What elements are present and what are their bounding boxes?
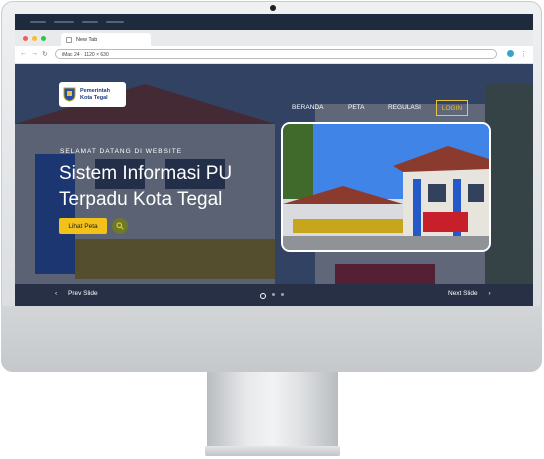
hero-title-line-1: Sistem Informasi PU <box>59 163 233 184</box>
prev-slide-label: Prev Slide <box>67 290 98 297</box>
browser-tab[interactable]: New Tab <box>61 33 151 46</box>
more-options-icon[interactable]: ⋮ <box>520 50 527 58</box>
maximize-window-button[interactable] <box>41 36 46 41</box>
mac-menubar <box>15 14 533 30</box>
imac-mockup: New Tab ← → ↻ iMac 24 · 1120 × 630 ⋮ Pem… <box>0 0 544 459</box>
chevron-right-icon: › <box>488 290 491 297</box>
menu-placeholder[interactable] <box>54 21 74 23</box>
address-bar[interactable]: iMac 24 · 1120 × 630 <box>55 49 497 59</box>
logo-line-1: Pemerintah <box>80 87 110 94</box>
search-button[interactable] <box>112 218 128 234</box>
logo-line-2: Kota Tegal <box>80 94 108 101</box>
next-slide-button[interactable]: Next Slide › <box>448 290 491 297</box>
slide-dot[interactable] <box>272 293 275 296</box>
page-icon <box>66 36 72 43</box>
hero-eyebrow: SELAMAT DATANG DI WEBSITE <box>60 148 183 155</box>
building-photo <box>283 124 489 250</box>
site-logo[interactable]: Pemerintah Kota Tegal <box>59 82 126 107</box>
hero-title: Sistem Informasi PU Terpadu Kota Tegal <box>59 161 289 213</box>
menu-placeholder[interactable] <box>106 21 124 23</box>
monitor-chin <box>1 306 542 372</box>
nav-item-peta[interactable]: PETA <box>348 104 365 111</box>
menu-placeholder[interactable] <box>30 21 46 23</box>
reload-icon[interactable]: ↻ <box>42 50 48 58</box>
minimize-window-button[interactable] <box>32 36 37 41</box>
hero-title-line-2: Terpadu Kota Tegal <box>59 189 223 210</box>
slide-dot[interactable] <box>260 292 266 299</box>
crest-icon <box>63 87 76 102</box>
next-slide-label: Next Slide <box>448 290 478 297</box>
monitor-base <box>205 446 340 456</box>
monitor-stand <box>207 372 338 448</box>
camera <box>270 5 276 11</box>
search-icon <box>116 222 124 230</box>
browser-tabbar: New Tab <box>15 30 533 46</box>
slide-indicators <box>260 292 284 299</box>
forward-icon[interactable]: → <box>31 50 38 57</box>
extension-icon[interactable] <box>507 50 514 57</box>
nav-item-beranda[interactable]: BERANDA <box>292 104 323 111</box>
browser-toolbar: ← → ↻ iMac 24 · 1120 × 630 ⋮ <box>15 46 533 64</box>
slide-dot[interactable] <box>281 293 284 296</box>
chevron-left-icon: ‹ <box>55 290 58 297</box>
close-window-button[interactable] <box>23 36 28 41</box>
nav-item-regulasi[interactable]: REGULASI <box>388 104 421 111</box>
tab-title: New Tab <box>76 36 98 43</box>
hero-photo-frame <box>281 122 491 252</box>
lihat-peta-button[interactable]: Lihat Peta <box>59 218 107 234</box>
back-icon[interactable]: ← <box>20 50 27 57</box>
menu-placeholder[interactable] <box>82 21 98 23</box>
website: Pemerintah Kota Tegal BERANDA PETA REGUL… <box>15 64 533 308</box>
login-button[interactable]: LOGIN <box>436 100 468 116</box>
prev-slide-button[interactable]: ‹ Prev Slide <box>55 290 98 297</box>
screen: New Tab ← → ↻ iMac 24 · 1120 × 630 ⋮ Pem… <box>15 14 533 308</box>
